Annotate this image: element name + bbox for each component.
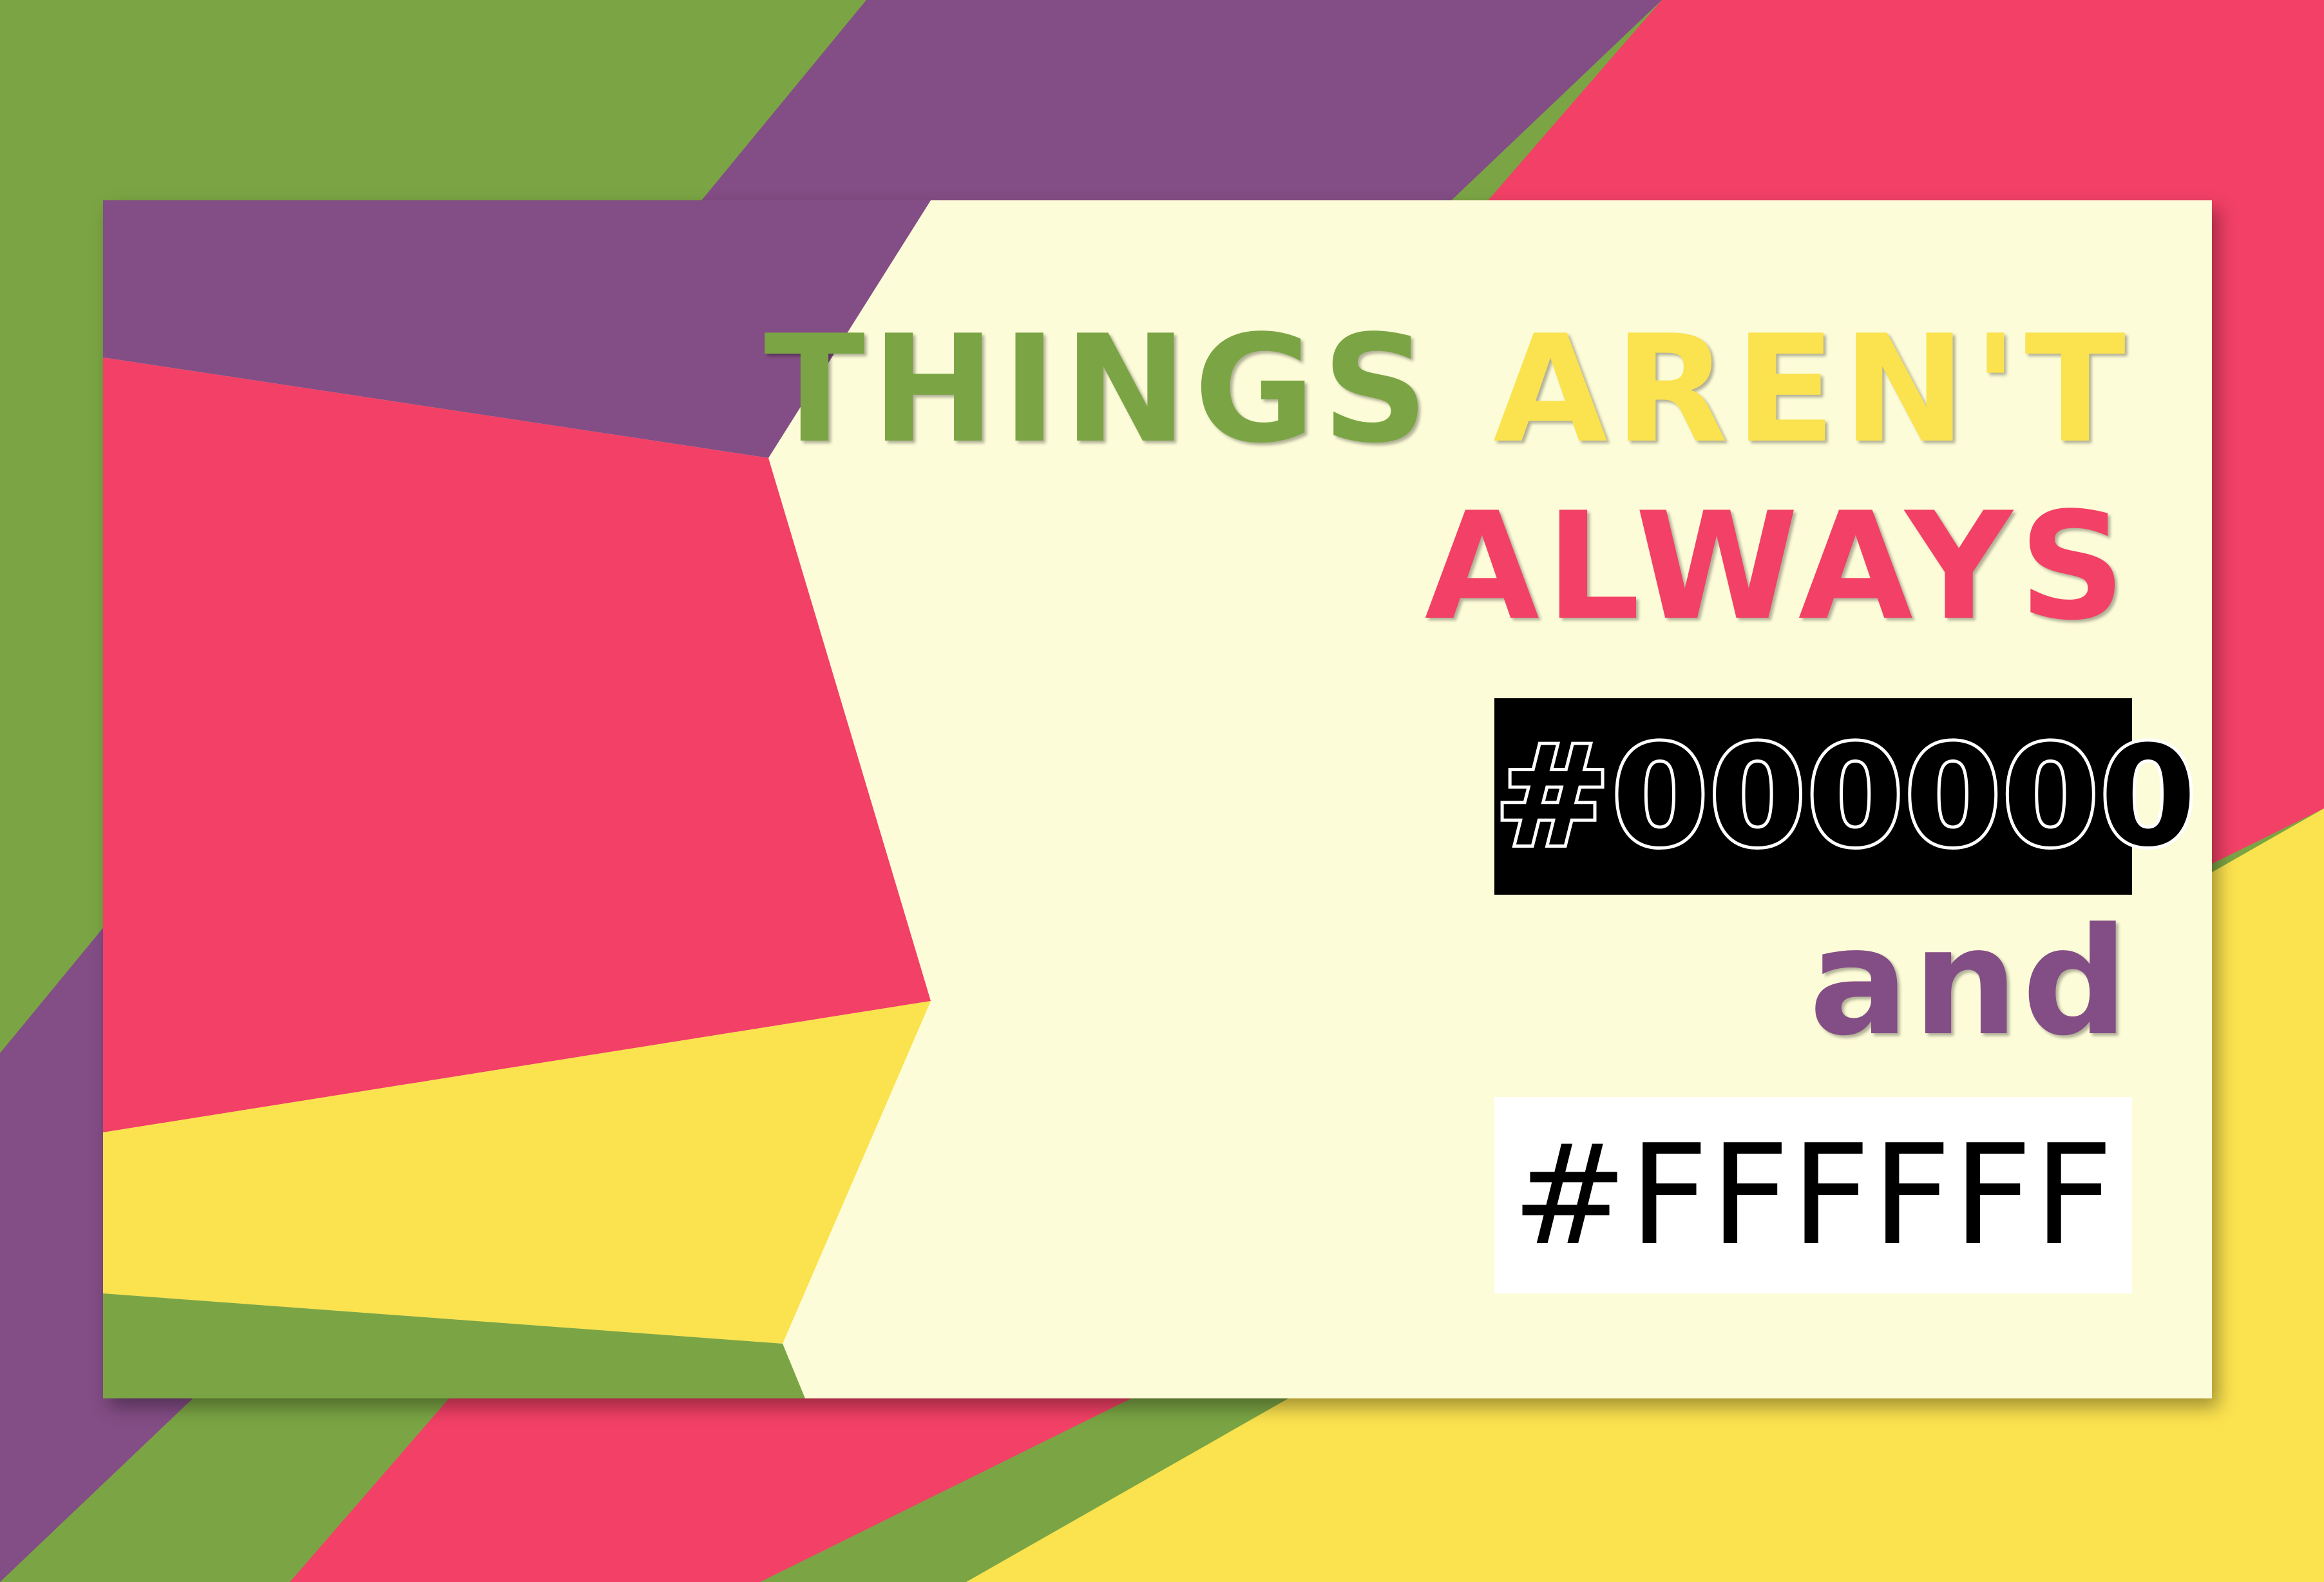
conjunction-and: and [1809,897,2132,1069]
headline-line-2: ALWAYS [1425,493,2132,642]
headline-word-arent: AREN'T [1492,304,2132,476]
hex-white-label: #FFFFFF [1494,1097,2132,1293]
content-card: THINGS AREN'T ALWAYS #000000 and #FFFFFF [103,200,2212,1398]
headline-word-things: THINGS [764,304,1435,476]
poster: THINGS AREN'T ALWAYS #000000 and #FFFFFF [0,0,2324,1582]
hex-black-label: #000000 [1491,698,2200,895]
headline-line-1: THINGS AREN'T [764,316,2132,464]
headline-block: THINGS AREN'T ALWAYS #000000 and #FFFFFF [764,200,2200,1398]
headline-word-always: ALWAYS [1424,481,2132,653]
